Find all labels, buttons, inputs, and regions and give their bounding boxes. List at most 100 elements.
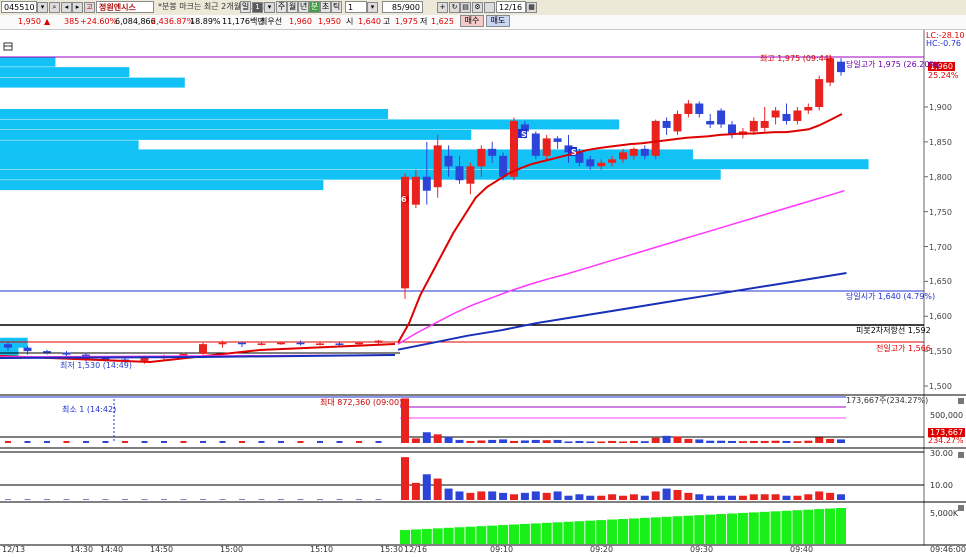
volume-bar — [499, 439, 508, 443]
osc-bar — [317, 499, 323, 500]
candle-body — [296, 342, 305, 345]
osc-bar — [219, 499, 226, 500]
obv-bar — [814, 509, 825, 544]
candle-body — [499, 155, 508, 177]
osc-bar — [422, 474, 431, 500]
volume-bar — [619, 441, 627, 443]
obv-bar — [552, 522, 563, 544]
osc-bar — [542, 492, 551, 500]
volume-profile-bar — [0, 169, 721, 180]
volume-bar — [239, 441, 245, 443]
volume-bar — [542, 440, 551, 443]
osc-bar — [793, 495, 802, 500]
candle-body — [218, 342, 227, 345]
osc-bar — [444, 488, 453, 500]
low-annotation: 최저 1,530 (14:49) — [60, 361, 133, 370]
obv-bar — [694, 515, 705, 544]
volume-bar — [531, 439, 540, 443]
time-tick-label: 09:40 — [790, 545, 814, 554]
volume-bar — [782, 440, 791, 443]
volume-bar — [455, 439, 464, 443]
obv-bar — [410, 529, 421, 544]
min-volume-annotation: 최소 1 (14:42) — [62, 405, 117, 414]
volume-bar — [826, 438, 835, 443]
osc-bar — [44, 499, 50, 500]
volume-bar — [433, 434, 442, 443]
osc-axis-top: 30.00 — [930, 449, 953, 458]
candle-body — [401, 176, 409, 289]
candle-body — [488, 148, 497, 156]
candle-body — [316, 343, 324, 345]
candle-body — [355, 342, 363, 345]
obv-bar — [574, 521, 585, 544]
volume-axis-label: 500,000 — [930, 411, 964, 420]
obv-bar — [607, 519, 618, 544]
obv-bar — [476, 526, 487, 544]
candle-body — [684, 103, 693, 114]
osc-bar — [749, 494, 758, 500]
current-pct-tag: 25.24% — [928, 71, 959, 80]
volume-bar — [219, 441, 226, 443]
osc-bar — [401, 457, 409, 500]
time-tick-label: 15:30 — [380, 545, 404, 554]
candle-body — [335, 343, 344, 345]
obv-bar — [443, 527, 454, 544]
osc-bar — [575, 494, 584, 500]
volume-bar — [738, 441, 747, 443]
candle-body — [411, 176, 420, 205]
price-tick-label: 1,750 — [929, 207, 952, 217]
candle-body — [651, 120, 660, 156]
volume-bar — [180, 441, 187, 443]
volume-bar — [804, 440, 813, 443]
volume-bar — [717, 440, 726, 443]
osc-bar — [336, 499, 343, 500]
candle-body — [760, 120, 769, 128]
price-tick-label: 1,800 — [929, 172, 952, 182]
candle-body — [542, 138, 551, 156]
obv-axis-label: 5,000K — [930, 509, 959, 518]
candle-body — [199, 344, 207, 354]
volume-bar — [356, 441, 362, 443]
candle-body — [4, 344, 12, 348]
candle-body — [510, 120, 518, 177]
pane-handle-icon[interactable] — [958, 398, 964, 404]
candle-body — [695, 103, 704, 114]
obv-bar — [585, 520, 596, 544]
candle-body — [804, 107, 813, 111]
osc-bar — [586, 495, 595, 500]
obv-bar — [672, 516, 683, 544]
volume-bar — [63, 441, 70, 443]
osc-bar — [629, 494, 638, 500]
candle-body — [257, 343, 266, 345]
volume-bar — [83, 441, 89, 443]
volume-bar — [520, 440, 529, 443]
pane-handle-icon[interactable] — [958, 452, 964, 458]
osc-bar — [433, 478, 442, 500]
pane-handle-icon[interactable] — [958, 505, 964, 511]
obv-bar — [487, 525, 498, 544]
candle-body — [238, 342, 246, 345]
osc-bar — [640, 495, 649, 500]
osc-bar — [717, 495, 726, 500]
volume-bar — [597, 441, 606, 443]
candle-body — [444, 155, 453, 167]
time-tick-label: 09:46:00 — [930, 545, 966, 554]
time-tick-label: 09:20 — [590, 545, 614, 554]
volume-bar — [662, 435, 671, 443]
volume-bar — [488, 439, 497, 443]
osc-bar — [141, 499, 148, 500]
osc-bar — [619, 495, 627, 500]
osc-bar — [375, 499, 382, 500]
obv-bar — [705, 514, 716, 544]
osc-bar — [510, 494, 518, 500]
candle-body — [629, 148, 638, 156]
hc-label: HC:-0.76 — [926, 39, 961, 48]
osc-bar — [531, 491, 540, 500]
candle-body — [433, 145, 442, 188]
candle-body — [140, 358, 149, 361]
volume-bar — [102, 441, 109, 443]
chart-canvas[interactable] — [0, 0, 966, 557]
osc-bar — [102, 499, 109, 500]
volume-bar — [336, 441, 343, 443]
volume-profile-bar — [0, 77, 185, 88]
